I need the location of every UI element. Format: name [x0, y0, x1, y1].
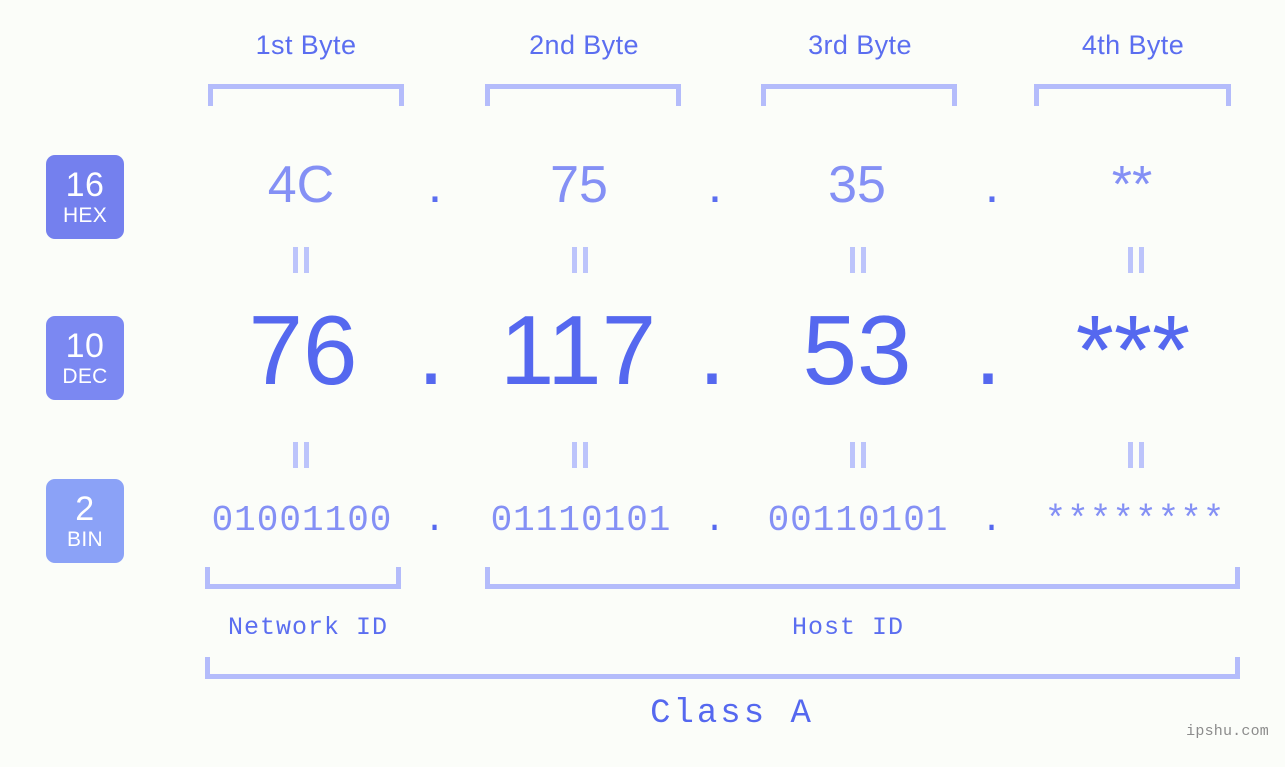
equals-symbol-dec-bin-4	[1128, 442, 1144, 468]
base-badge-hex: 16 HEX	[46, 155, 124, 239]
equals-symbol-hex-dec-1	[293, 247, 309, 273]
byte-bracket-2	[485, 84, 681, 106]
bin-byte-4: ********	[1044, 500, 1226, 541]
base-badge-bin: 2 BIN	[46, 479, 124, 563]
hex-byte-1: 4C	[267, 156, 335, 214]
byte-header-2: 2nd Byte	[529, 30, 639, 60]
host-id-label: Host ID	[791, 613, 905, 642]
base-badge-bin-number: 2	[75, 490, 95, 528]
ip-address-breakdown-diagram: 1st Byte 2nd Byte 3rd Byte 4th Byte 16 H…	[0, 0, 1285, 767]
equals-symbol-dec-bin-1	[293, 442, 309, 468]
base-badge-dec: 10 DEC	[46, 316, 124, 400]
byte-bracket-3	[761, 84, 957, 106]
dec-byte-3: 53	[802, 295, 912, 405]
dec-byte-1: 76	[248, 295, 358, 405]
watermark: ipshu.com	[1186, 723, 1269, 740]
base-badge-dec-number: 10	[65, 327, 105, 365]
network-id-bracket	[205, 567, 401, 589]
hex-separator-2: .	[707, 156, 723, 214]
byte-header-3: 3rd Byte	[808, 30, 912, 60]
byte-header-4: 4th Byte	[1081, 30, 1185, 60]
equals-symbol-hex-dec-2	[572, 247, 588, 273]
base-badge-hex-number: 16	[65, 166, 105, 204]
dec-byte-2: 117	[499, 295, 657, 405]
dec-separator-1: .	[417, 295, 445, 405]
dec-separator-3: .	[974, 295, 1002, 405]
bin-separator-1: .	[423, 500, 447, 541]
equals-symbol-dec-bin-3	[850, 442, 866, 468]
dec-byte-4: ***	[1075, 295, 1191, 405]
hex-separator-1: .	[427, 156, 443, 214]
byte-bracket-1	[208, 84, 404, 106]
host-id-bracket	[485, 567, 1240, 589]
equals-symbol-hex-dec-3	[850, 247, 866, 273]
equals-symbol-dec-bin-2	[572, 442, 588, 468]
byte-header-1: 1st Byte	[255, 30, 357, 60]
bin-byte-2: 01110101	[490, 500, 672, 541]
bin-byte-3: 00110101	[767, 500, 949, 541]
byte-bracket-4	[1034, 84, 1231, 106]
network-id-label: Network ID	[227, 613, 389, 642]
bin-separator-2: .	[703, 500, 727, 541]
dec-separator-2: .	[698, 295, 726, 405]
hex-byte-3: 35	[828, 156, 886, 214]
hex-separator-3: .	[984, 156, 1000, 214]
class-bracket	[205, 657, 1240, 679]
bin-separator-3: .	[980, 500, 1004, 541]
class-label: Class A	[650, 695, 814, 733]
base-badge-bin-abbr: BIN	[67, 528, 103, 551]
base-badge-hex-abbr: HEX	[62, 204, 108, 227]
bin-byte-1: 01001100	[211, 500, 393, 541]
equals-symbol-hex-dec-4	[1128, 247, 1144, 273]
base-badge-dec-abbr: DEC	[62, 365, 108, 388]
hex-byte-4: **	[1111, 156, 1153, 214]
hex-byte-2: 75	[550, 156, 608, 214]
